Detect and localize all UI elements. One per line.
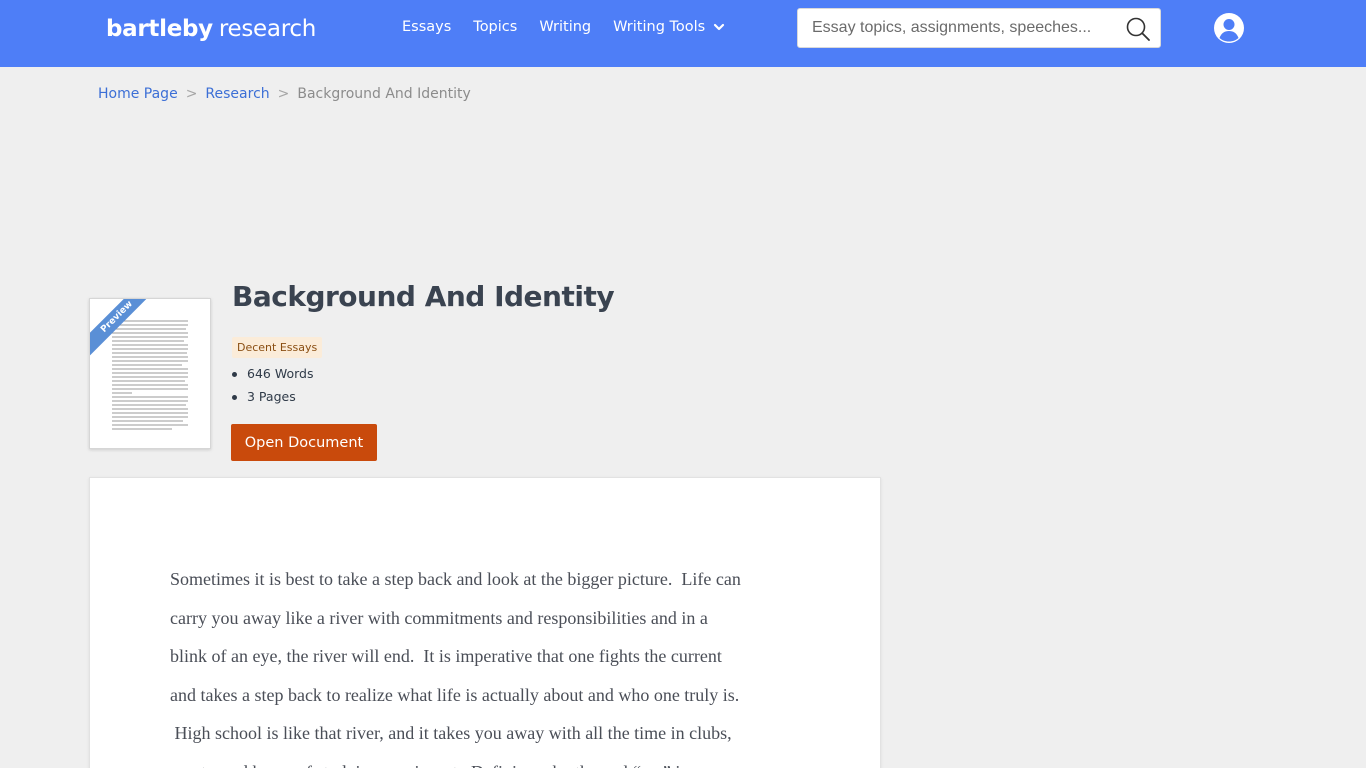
document-line: blink of an eye, the river will end. It … xyxy=(170,646,722,666)
document-line: Sometimes it is best to take a step back… xyxy=(170,569,741,589)
search-box xyxy=(797,8,1161,48)
chevron-down-icon xyxy=(714,23,725,31)
document-text: Sometimes it is best to take a step back… xyxy=(170,560,810,768)
nav-topics[interactable]: Topics xyxy=(473,19,517,35)
page-title: Background And Identity xyxy=(232,280,615,313)
main-nav: Essays Topics Writing Writing Tools xyxy=(402,19,747,35)
word-count: 646 Words xyxy=(232,364,313,387)
document-body: Sometimes it is best to take a step back… xyxy=(89,477,881,768)
document-stats: 646 Words 3 Pages xyxy=(232,364,313,410)
user-account-icon[interactable] xyxy=(1213,12,1245,44)
logo-light-text: research xyxy=(218,16,316,42)
breadcrumb: Home Page > Research > Background And Identi… xyxy=(98,86,471,102)
site-logo[interactable]: bartleby research xyxy=(106,16,316,42)
document-lines-graphic xyxy=(112,320,188,430)
breadcrumb-separator: > xyxy=(277,86,290,102)
document-line: and takes a step back to realize what li… xyxy=(170,684,740,705)
nav-writing-tools[interactable]: Writing Tools xyxy=(613,19,725,35)
nav-essays[interactable]: Essays xyxy=(402,19,451,35)
document-line: High school is like that river, and it t… xyxy=(170,723,732,743)
search-icon[interactable] xyxy=(1124,15,1152,43)
document-line: sports, and hours of studying you invest… xyxy=(170,753,810,768)
nav-writing-tools-label: Writing Tools xyxy=(613,19,706,35)
page-count: 3 Pages xyxy=(232,387,313,410)
nav-writing[interactable]: Writing xyxy=(539,19,591,35)
document-preview-thumbnail[interactable]: Preview xyxy=(89,298,211,449)
breadcrumb-research[interactable]: Research xyxy=(205,86,269,102)
search-input[interactable] xyxy=(812,9,1112,47)
logo-bold-text: bartleby xyxy=(106,16,213,42)
breadcrumb-separator: > xyxy=(185,86,198,102)
open-document-button[interactable]: Open Document xyxy=(231,424,377,461)
top-header: bartleby research Essays Topics Writing W… xyxy=(0,0,1366,67)
breadcrumb-current: Background And Identity xyxy=(297,86,471,102)
breadcrumb-home[interactable]: Home Page xyxy=(98,86,178,102)
document-line: carry you away like a river with commitm… xyxy=(170,607,708,628)
quality-badge: Decent Essays xyxy=(232,337,323,358)
